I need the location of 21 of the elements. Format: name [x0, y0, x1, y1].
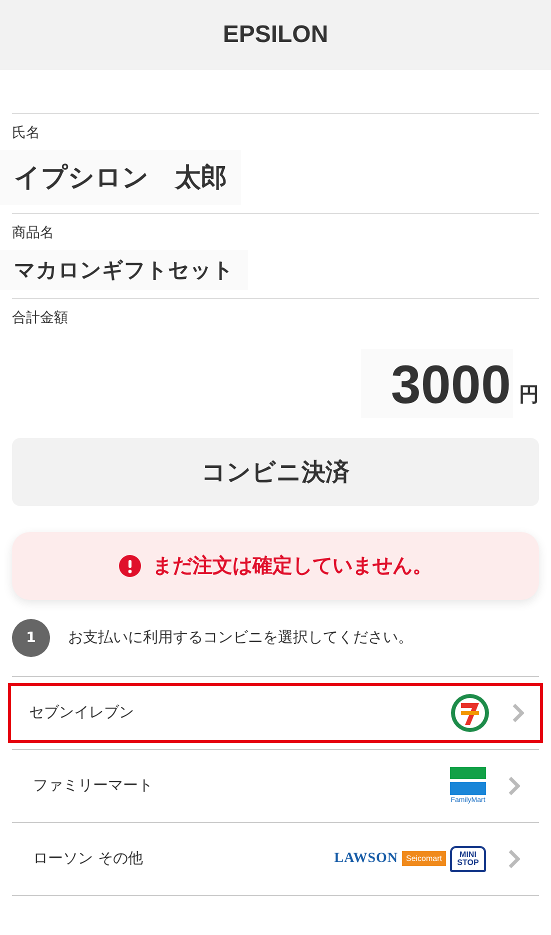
alert-icon — [118, 554, 140, 577]
field-value: マカロンギフトセット — [0, 250, 248, 290]
store-logo: Seicomart — [402, 851, 446, 866]
chevron-icon — [512, 702, 524, 723]
chevron-icon — [508, 848, 520, 869]
step-instruction: お支払いに利用するコンビニを選択してください。 — [68, 628, 413, 648]
site-title: EPSILON — [222, 21, 328, 49]
store-logo-icon — [450, 692, 490, 733]
store-option[interactable]: セブンイレブン — [8, 682, 543, 743]
store-logo: MINI STOP — [450, 846, 486, 872]
total-amount: 3000 — [360, 349, 513, 418]
currency-unit: 円 — [519, 380, 539, 408]
field-value: イプシロン 太郎 — [0, 150, 241, 205]
store-logo: LAWSON — [334, 850, 398, 867]
step-number: 1 — [12, 618, 50, 657]
field-label: 合計金額 — [12, 309, 68, 327]
field-label: 氏名 — [12, 124, 40, 142]
chevron-icon — [508, 776, 520, 796]
payment-method-button[interactable]: コンビニ決済 — [12, 438, 539, 506]
alert-message: まだ注文は確定していません。 — [152, 552, 432, 580]
field-label: 商品名 — [12, 224, 54, 242]
